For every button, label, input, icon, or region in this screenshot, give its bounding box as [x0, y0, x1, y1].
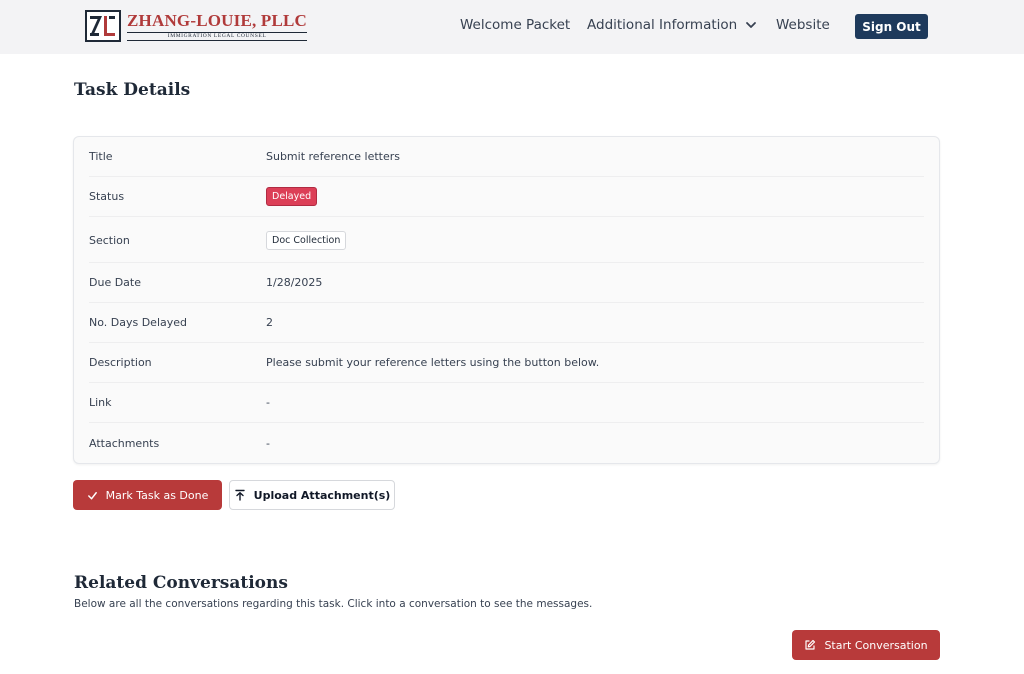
task-row-description: Description Please submit your reference…: [89, 343, 924, 383]
task-row-title: Title Submit reference letters: [89, 137, 924, 177]
row-label: Status: [89, 190, 125, 203]
row-label: Link: [89, 396, 112, 409]
description-value: Please submit your reference letters usi…: [266, 356, 600, 369]
row-label: Due Date: [89, 276, 141, 289]
row-label: Attachments: [89, 436, 160, 450]
start-conversation-button[interactable]: Start Conversation: [792, 630, 940, 660]
row-label: Title: [89, 150, 113, 163]
logo-mark-icon: [85, 10, 121, 42]
sign-out-button[interactable]: Sign Out: [855, 14, 928, 39]
nav-welcome-packet[interactable]: Welcome Packet: [460, 17, 570, 33]
mark-task-done-button[interactable]: Mark Task as Done: [73, 480, 222, 510]
upload-icon: [234, 489, 246, 501]
attachments-value: -: [266, 436, 270, 450]
top-navbar: ZHANG-LOUIE, PLLC IMMIGRATION LEGAL COUN…: [0, 0, 1024, 54]
task-details-heading: Task Details: [74, 80, 191, 100]
section-badge: Doc Collection: [266, 231, 347, 250]
firm-logo[interactable]: ZHANG-LOUIE, PLLC IMMIGRATION LEGAL COUN…: [85, 10, 308, 42]
nav-website[interactable]: Website: [776, 17, 830, 33]
row-label: Section: [89, 234, 130, 247]
task-details-card: Title Submit reference letters Status De…: [73, 136, 940, 464]
related-conversations-description: Below are all the conversations regardin…: [74, 598, 593, 610]
nav-welcome-packet-label[interactable]: Welcome Packet: [460, 17, 570, 33]
task-title-value: Submit reference letters: [266, 150, 401, 163]
task-row-section: Section Doc Collection: [89, 219, 924, 263]
link-value: -: [266, 396, 270, 409]
firm-tagline: IMMIGRATION LEGAL COUNSEL: [127, 31, 308, 41]
nav-additional-information-label[interactable]: Additional Information: [587, 17, 737, 33]
edit-icon: [804, 639, 816, 651]
days-delayed-value: 2: [266, 316, 273, 329]
status-badge: Delayed: [266, 187, 318, 206]
task-row-attachments: Attachments -: [89, 423, 924, 463]
task-row-status: Status Delayed: [89, 177, 924, 217]
start-conversation-label: Start Conversation: [824, 638, 928, 652]
check-icon: [87, 490, 98, 501]
row-label: Description: [89, 356, 152, 369]
task-row-link: Link -: [89, 383, 924, 423]
nav-website-label[interactable]: Website: [776, 17, 830, 33]
row-label: No. Days Delayed: [89, 316, 188, 329]
related-conversations-heading: Related Conversations: [74, 573, 288, 593]
task-row-due-date: Due Date 1/28/2025: [89, 263, 924, 303]
chevron-down-icon[interactable]: [745, 19, 757, 31]
upload-attachments-button[interactable]: Upload Attachment(s): [229, 480, 395, 510]
task-row-days-delayed: No. Days Delayed 2: [89, 303, 924, 343]
due-date-value: 1/28/2025: [266, 276, 323, 289]
task-section-value: Doc Collection: [266, 231, 347, 250]
nav-additional-information[interactable]: Additional Information: [587, 17, 757, 33]
logo-text: ZHANG-LOUIE, PLLC IMMIGRATION LEGAL COUN…: [127, 10, 308, 41]
task-status-value: Delayed: [266, 187, 318, 206]
firm-name: ZHANG-LOUIE, PLLC: [127, 10, 308, 30]
upload-attachments-label: Upload Attachment(s): [253, 488, 391, 502]
mark-task-done-label: Mark Task as Done: [105, 488, 209, 502]
